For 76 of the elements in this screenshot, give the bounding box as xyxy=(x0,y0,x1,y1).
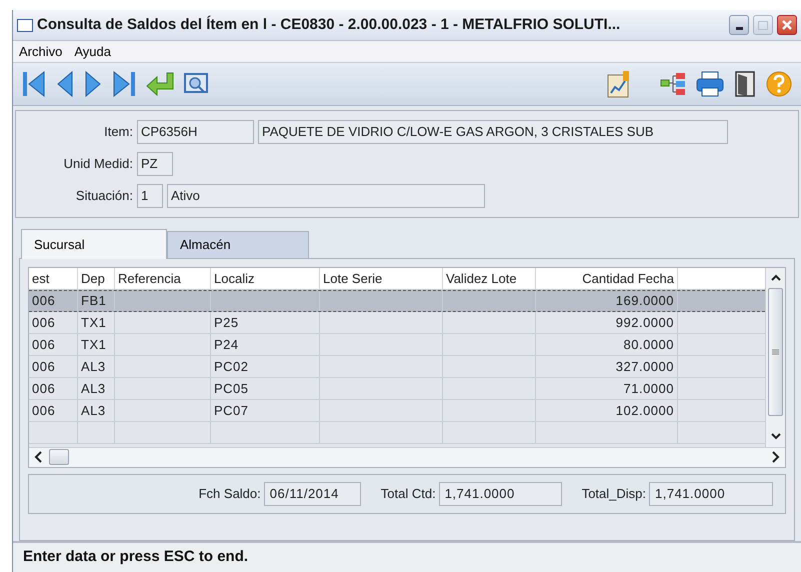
table-cell-text: 006 xyxy=(32,336,56,354)
table-cell-text: 006 xyxy=(32,314,56,332)
input-field[interactable]: 1 xyxy=(137,184,163,208)
scroll-down-icon[interactable] xyxy=(770,433,780,440)
scroll-thumb[interactable] xyxy=(49,449,69,466)
input-field[interactable]: CP6356H xyxy=(137,120,254,144)
column-header[interactable]: Referencia xyxy=(118,268,181,288)
table-cell-text: PC02 xyxy=(214,358,249,376)
close-button[interactable] xyxy=(777,15,797,36)
scroll-up-icon[interactable] xyxy=(770,274,780,282)
window-title: Consulta de Saldos del Ítem en l - CE0830 - 2.00.00.023 - 1 - METALFRIO SOLUTI... xyxy=(37,14,622,35)
help-icon[interactable] xyxy=(765,70,793,98)
table-cell-text: 71.0000 xyxy=(624,380,674,398)
column-header[interactable]: Localiz xyxy=(214,268,254,288)
table-row[interactable]: 006 TX1 P25 992.0000 xyxy=(29,312,765,334)
tab[interactable]: Almacén xyxy=(167,230,309,258)
menu-item[interactable]: Archivo xyxy=(19,42,62,62)
table-cell-text: AL3 xyxy=(81,402,106,420)
table-cell-text: 327.0000 xyxy=(616,358,674,376)
field-label: Item: xyxy=(103,122,133,141)
status-text: Enter data or press ESC to end. xyxy=(23,547,248,568)
column-header[interactable]: Cantidad Fecha xyxy=(582,268,674,288)
horizontal-scrollbar[interactable] xyxy=(29,446,785,467)
table-cell-text: 992.0000 xyxy=(616,314,674,332)
table-cell-text: FB1 xyxy=(81,292,106,310)
first-record-icon[interactable] xyxy=(21,68,47,99)
input-field[interactable]: PAQUETE DE VIDRIO C/LOW-E GAS ARGON, 3 CRISTALES SUB xyxy=(258,120,728,144)
column-header[interactable]: Dep xyxy=(81,268,105,288)
table-cell-text: AL3 xyxy=(81,358,106,376)
field-label: Total_Disp: xyxy=(582,485,646,504)
table-cell-text: AL3 xyxy=(81,380,106,398)
table-cell-text: P25 xyxy=(214,314,239,332)
minimize-button[interactable] xyxy=(729,15,749,36)
tree-icon[interactable] xyxy=(659,72,687,96)
table-cell-text: 006 xyxy=(32,358,56,376)
last-record-icon[interactable] xyxy=(111,68,137,99)
column-header[interactable]: Validez Lote xyxy=(446,268,517,288)
table-cell-text: TX1 xyxy=(81,314,106,332)
enter-arrow-icon[interactable] xyxy=(145,70,175,97)
vertical-scrollbar[interactable] xyxy=(765,268,785,447)
field-label: Total Ctd: xyxy=(380,485,436,504)
table-cell-text: 102.0000 xyxy=(616,402,674,420)
table-cell-text: PC05 xyxy=(214,380,249,398)
field-label: Situación: xyxy=(74,186,133,205)
field-label: Fch Saldo: xyxy=(198,485,261,504)
table-cell-text: 169.0000 xyxy=(616,292,674,310)
printer-icon[interactable] xyxy=(695,70,725,98)
column-header[interactable]: Lote Serie xyxy=(323,268,382,288)
table-cell-text: P24 xyxy=(214,336,239,354)
table-row[interactable]: 006 TX1 P24 80.0000 xyxy=(29,334,765,356)
table-row[interactable]: 006 AL3 PC02 327.0000 xyxy=(29,356,765,378)
tab[interactable]: Sucursal xyxy=(21,228,167,259)
table-cell-text: 006 xyxy=(32,292,56,310)
table-cell-text: TX1 xyxy=(81,336,106,354)
input-field[interactable]: 06/11/2014 xyxy=(264,482,361,506)
window-icon xyxy=(17,18,33,32)
column-header[interactable]: est xyxy=(32,268,50,288)
field-label: Unid Medid: xyxy=(62,154,133,173)
input-field[interactable]: PZ xyxy=(137,152,173,176)
table-cell-text: PC07 xyxy=(214,402,249,420)
close-icon[interactable] xyxy=(781,19,793,32)
preview-icon[interactable] xyxy=(183,72,209,96)
input-field[interactable]: 1,741.0000 xyxy=(649,482,773,506)
menu-item[interactable]: Ayuda xyxy=(74,42,111,62)
next-record-icon[interactable] xyxy=(83,68,103,99)
table-cell-text: 80.0000 xyxy=(624,336,674,354)
table-cell-text: 006 xyxy=(32,402,56,420)
table-cell-text: 006 xyxy=(32,380,56,398)
input-field[interactable]: Ativo xyxy=(167,184,485,208)
table-row[interactable]: 006 AL3 PC07 102.0000 xyxy=(29,400,765,422)
grip-icon xyxy=(772,348,779,355)
previous-record-icon[interactable] xyxy=(55,68,75,99)
door-icon[interactable] xyxy=(733,70,757,98)
input-field[interactable]: 1,741.0000 xyxy=(438,482,562,506)
table-row[interactable]: 006 FB1 169.0000 xyxy=(29,290,765,312)
table-row[interactable]: 006 AL3 PC05 71.0000 xyxy=(29,378,765,400)
